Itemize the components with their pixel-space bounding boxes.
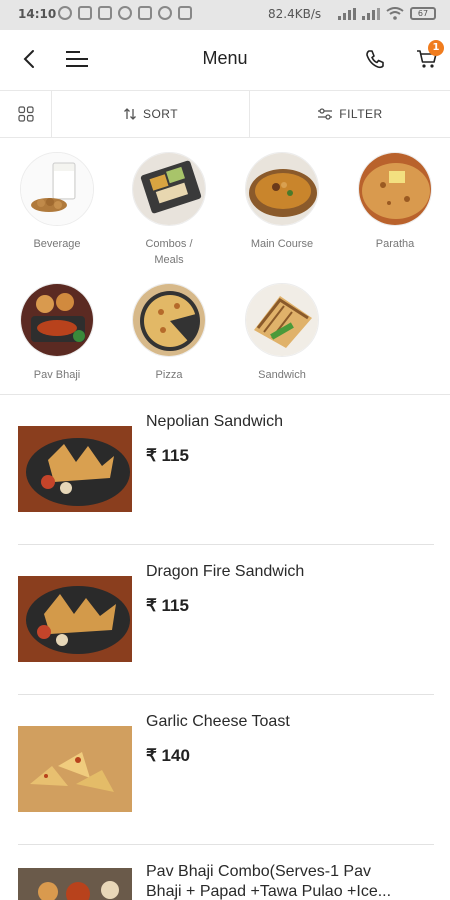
pav-bhaji-image <box>20 283 94 357</box>
message-icon <box>78 6 92 20</box>
category-pizza[interactable]: Pizza <box>119 283 219 383</box>
filter-label: FILTER <box>339 107 383 121</box>
category-label: Paratha <box>375 238 415 250</box>
category-label: Pizza <box>155 369 183 381</box>
sandwich-image <box>245 283 319 357</box>
sort-label: SORT <box>142 107 179 121</box>
signal-icon-2 <box>362 7 380 20</box>
paratha-image <box>358 152 432 226</box>
item-image <box>18 576 132 662</box>
category-paratha[interactable]: Paratha <box>345 152 445 252</box>
recording-icon <box>118 6 132 20</box>
call-button[interactable] <box>360 44 390 74</box>
category-pav-bhaji[interactable]: Pav Bhaji <box>7 283 107 383</box>
category-combos-meals[interactable]: Combos / Meals <box>119 152 219 268</box>
facebook-icon <box>98 6 112 20</box>
beverage-image <box>20 152 94 226</box>
item-image <box>18 426 132 512</box>
item-divider <box>18 694 434 695</box>
mail-icon <box>138 6 152 20</box>
category-label: Pav Bhaji <box>33 369 81 381</box>
item-name: Pav Bhaji Combo(Serves-1 Pav Bhaji + Pap… <box>146 862 436 900</box>
item-name: Dragon Fire Sandwich <box>146 563 305 580</box>
item-price: ₹ 140 <box>146 746 190 765</box>
pizza-image <box>132 283 206 357</box>
item-image <box>18 726 132 812</box>
signal-icon <box>338 7 356 20</box>
grid-view-toggle[interactable] <box>0 91 52 137</box>
main-course-image <box>245 152 319 226</box>
item-divider <box>18 544 434 545</box>
filter-icon <box>318 108 333 120</box>
item-name: Garlic Cheese Toast <box>146 713 290 730</box>
menu-item[interactable]: Dragon Fire Sandwich ₹ 115 <box>0 546 450 696</box>
app-notification-icon <box>178 6 192 20</box>
cart-count-badge: 1 <box>428 40 444 56</box>
item-price: ₹ 115 <box>146 446 189 465</box>
app-header: Menu 1 <box>0 30 450 88</box>
category-main-course[interactable]: Main Course <box>232 152 332 252</box>
status-time: 14:10 <box>18 7 57 21</box>
wifi-icon <box>386 7 404 20</box>
category-label: Beverage <box>33 238 81 250</box>
notification-icons <box>58 6 192 20</box>
category-label: Main Course <box>250 238 314 250</box>
item-image <box>18 868 132 900</box>
combos-meals-image <box>132 152 206 226</box>
item-name-line2: Bhaji + Papad +Tawa Pulao +Ice... <box>146 883 392 900</box>
grid-icon <box>17 106 34 122</box>
whatsapp-icon <box>58 6 72 20</box>
category-label-line1: Combos / <box>145 238 193 250</box>
sort-icon <box>123 108 136 120</box>
category-label-line2: Meals <box>154 254 184 266</box>
item-price: ₹ 115 <box>146 596 189 615</box>
battery-icon: 67 <box>410 7 436 20</box>
category-label: Combos / Meals <box>119 236 219 268</box>
system-indicators: 67 <box>338 7 436 20</box>
menu-item[interactable]: Pav Bhaji Combo(Serves-1 Pav Bhaji + Pap… <box>0 846 450 900</box>
sort-filter-toolbar: SORT FILTER <box>0 90 450 138</box>
menu-item[interactable]: Garlic Cheese Toast ₹ 140 <box>0 696 450 846</box>
category-sandwich[interactable]: Sandwich <box>232 283 332 383</box>
item-name-line1: Pav Bhaji Combo(Serves-1 Pav <box>146 863 371 880</box>
item-name: Nepolian Sandwich <box>146 413 283 430</box>
item-divider <box>18 844 434 845</box>
menu-item[interactable]: Nepolian Sandwich ₹ 115 <box>0 396 450 546</box>
network-speed: 82.4KB/s <box>268 7 322 21</box>
section-divider <box>0 394 450 395</box>
category-beverage[interactable]: Beverage <box>7 152 107 252</box>
status-bar: 14:10 82.4KB/s 67 <box>0 0 450 30</box>
cart-button[interactable]: 1 <box>412 40 444 74</box>
filter-button[interactable]: FILTER <box>250 91 450 137</box>
location-icon <box>158 6 172 20</box>
category-label: Sandwich <box>258 369 306 381</box>
sort-button[interactable]: SORT <box>52 91 250 137</box>
category-grid: Beverage Combos / Meals Main Course Parat… <box>0 140 450 394</box>
phone-icon <box>366 50 384 69</box>
